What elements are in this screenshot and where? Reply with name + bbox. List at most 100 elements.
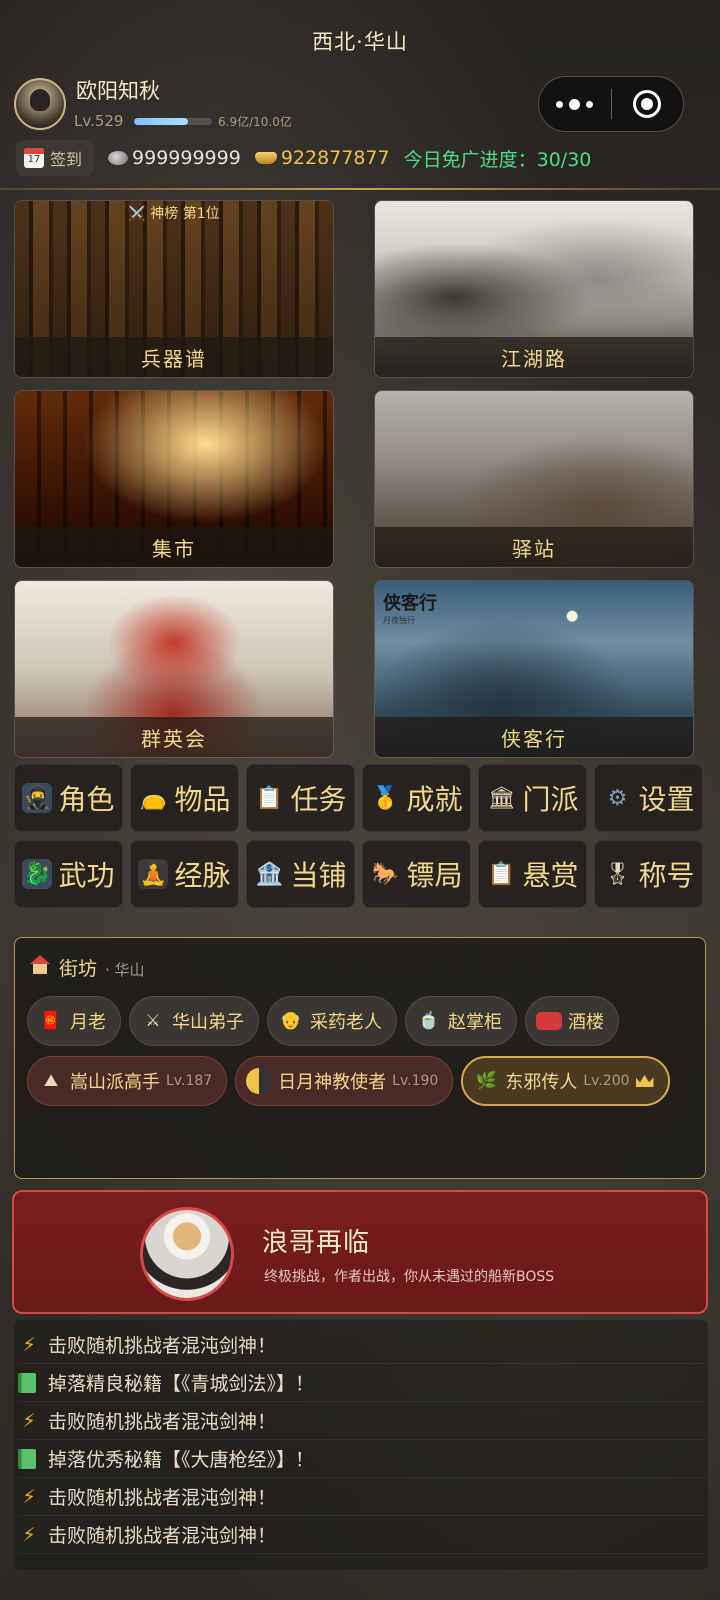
avatar[interactable] (14, 78, 66, 130)
battle-log: ⚡ 击败随机挑战者混沌剑神！ 掉落精良秘籍【《青城剑法》】！ ⚡ 击败随机挑战者混沌… (18, 1326, 706, 1554)
swords-icon: ⚔ (145, 1011, 161, 1031)
ad-progress: 今日免广进度：30/30 (403, 148, 592, 171)
npc-sun-moon-envoy[interactable]: 日月神教使者 Lv.190 (235, 1056, 454, 1106)
menu-sect[interactable]: 🏛 门派 (478, 764, 587, 832)
scene-label: 侠客行 (375, 717, 693, 757)
crown-icon (635, 1075, 654, 1087)
scene-post-station[interactable]: 驿站 (374, 390, 694, 568)
bank-icon: 🏦 (255, 861, 284, 887)
menu-tasks[interactable]: 📋 任务 (246, 764, 355, 832)
mini-program-capsule (538, 76, 684, 132)
horse-icon: 🐎 (371, 861, 400, 887)
old-man-icon: 👴 (280, 1011, 302, 1031)
meridian-icon: 🧘 (138, 859, 169, 889)
npc-eastern-heretic-heir[interactable]: 🌿 东邪传人 Lv.200 (461, 1056, 670, 1106)
silver-amount: 999999999 (132, 147, 241, 169)
log-entry: ⚡ 击败随机挑战者混沌剑神！ (18, 1478, 706, 1516)
npc-herb-elder[interactable]: 👴 采药老人 (267, 996, 397, 1046)
menu-achievements[interactable]: 🥇 成就 (362, 764, 471, 832)
character-icon: 🥷 (22, 783, 53, 813)
scene-label: 集市 (15, 527, 333, 567)
silver-coin-icon (108, 151, 129, 165)
red-envelope-icon: 🧧 (40, 1011, 62, 1031)
menu-escort-agency[interactable]: 🐎 镖局 (362, 840, 471, 908)
menu-bounty[interactable]: 📋 悬赏 (478, 840, 587, 908)
bag-icon: 👝 (139, 785, 168, 811)
scene-xiake-xing[interactable]: 侠客行 月夜独行 侠客行 (374, 580, 694, 758)
clipboard-icon: 📋 (487, 861, 516, 887)
silver-resource: 999999999 (108, 147, 241, 169)
rank-badge: ⚔️ 神榜 第1位 (128, 206, 220, 222)
gold-amount: 922877877 (280, 147, 390, 169)
exp-text: 6.9亿/10.0亿 (218, 115, 292, 129)
log-entry: ⚡ 击败随机挑战者混沌剑神！ (18, 1402, 706, 1440)
function-menu: 🥷 角色 👝 物品 📋 任务 🥇 成就 🏛 门派 ⚙ 设置 🐉 武功 🧘 经脉 🏦 当铺 🐎 镖局 … (14, 764, 706, 908)
bowl-icon: 🍵 (418, 1011, 440, 1031)
exp-bar (134, 118, 212, 125)
clipboard-icon: 📋 (255, 785, 284, 811)
npc-list: 🧧 月老 ⚔ 华山弟子 👴 采药老人 🍵 赵掌柜 酒楼 ⛰ 嵩山派高手 Lv.187 日月神… (27, 996, 697, 1106)
exp-fill (134, 118, 188, 125)
npc-yuelao[interactable]: 🧧 月老 (27, 996, 121, 1046)
calendar-icon (24, 148, 44, 168)
scene-label: 驿站 (375, 527, 693, 567)
scene-armory[interactable]: ⚔️ 神榜 第1位 兵器谱 (14, 200, 334, 378)
street-header: 街坊 · 华山 (29, 954, 145, 981)
street-panel: 街坊 · 华山 🧧 月老 ⚔ 华山弟子 👴 采药老人 🍵 赵掌柜 酒楼 ⛰ 嵩山派高手 Lv… (14, 937, 706, 1179)
gold-resource: 922877877 (254, 147, 390, 169)
street-location: · 华山 (105, 961, 145, 979)
title-bar: 西北·华山 (0, 0, 720, 82)
menu-titles[interactable]: 🎖 称号 (594, 840, 703, 908)
log-entry: ⚡ 击败随机挑战者混沌剑神！ (18, 1516, 706, 1554)
page-title: 西北·华山 (312, 30, 408, 54)
gold-ingot-icon (254, 152, 277, 164)
bolt-icon: ⚡ (22, 1485, 36, 1508)
npc-songshan-master[interactable]: ⛰ 嵩山派高手 Lv.187 (27, 1056, 228, 1106)
menu-martial-arts[interactable]: 🐉 武功 (14, 840, 123, 908)
scene-grid: ⚔️ 神榜 第1位 兵器谱 江湖路 集市 驿站 群英会 侠客行 月夜独行 侠客行 (14, 200, 708, 758)
medal-icon: 🎖 (603, 861, 632, 887)
npc-tavern[interactable]: 酒楼 (525, 996, 619, 1046)
more-icon[interactable] (539, 98, 611, 110)
scene-label: 江湖路 (375, 337, 693, 377)
book-icon (18, 1372, 40, 1393)
book-icon (18, 1448, 40, 1469)
npc-huashan-disciple[interactable]: ⚔ 华山弟子 (129, 996, 259, 1046)
street-title: 街坊 (59, 958, 98, 980)
menu-pawnshop[interactable]: 🏦 当铺 (246, 840, 355, 908)
checkin-button[interactable]: 签到 (16, 140, 95, 176)
player-level: Lv.529 (74, 112, 124, 130)
menu-settings[interactable]: ⚙ 设置 (594, 764, 703, 832)
boss-challenge-banner[interactable]: 浪哥再临 终极挑战，作者出战，你从未遇过的船新BOSS (12, 1190, 708, 1314)
log-entry: ⚡ 击败随机挑战者混沌剑神！ (18, 1326, 706, 1364)
half-moon-icon (246, 1068, 273, 1094)
bolt-icon: ⚡ (22, 1409, 36, 1432)
mountain-icon: ⛰ (43, 1071, 59, 1091)
medal-icon: 🥇 (371, 785, 400, 811)
menu-meridians[interactable]: 🧘 经脉 (130, 840, 239, 908)
log-entry: 掉落优秀秘籍【《大唐枪经》】！ (18, 1440, 706, 1478)
scene-jianghu-road[interactable]: 江湖路 (374, 200, 694, 378)
npc-shopkeeper-zhao[interactable]: 🍵 赵掌柜 (405, 996, 517, 1046)
log-entry: 掉落精良秘籍【《青城剑法》】！ (18, 1364, 706, 1402)
header-divider (0, 188, 720, 190)
wine-icon (536, 1012, 562, 1030)
checkin-label: 签到 (50, 150, 83, 169)
herb-icon: 🌿 (475, 1071, 497, 1091)
house-icon (29, 955, 51, 975)
boss-avatar (140, 1207, 234, 1301)
bolt-icon: ⚡ (22, 1523, 36, 1546)
temple-icon: 🏛 (487, 785, 516, 811)
gear-icon: ⚙ (607, 785, 628, 811)
menu-items[interactable]: 👝 物品 (130, 764, 239, 832)
boss-subtitle: 终极挑战，作者出战，你从未遇过的船新BOSS (264, 1269, 555, 1285)
scene-label: 群英会 (15, 717, 333, 757)
close-target-icon[interactable] (612, 90, 684, 118)
scene-market[interactable]: 集市 (14, 390, 334, 568)
player-header: 欧阳知秋 Lv.529 6.9亿/10.0亿 签到 999999999 9228… (0, 76, 720, 192)
menu-character[interactable]: 🥷 角色 (14, 764, 123, 832)
scene-heroes-gathering[interactable]: 群英会 (14, 580, 334, 758)
bolt-icon: ⚡ (22, 1333, 36, 1356)
scene-label: 兵器谱 (15, 337, 333, 377)
calligraphy-stamp: 侠客行 月夜独行 (383, 593, 437, 625)
